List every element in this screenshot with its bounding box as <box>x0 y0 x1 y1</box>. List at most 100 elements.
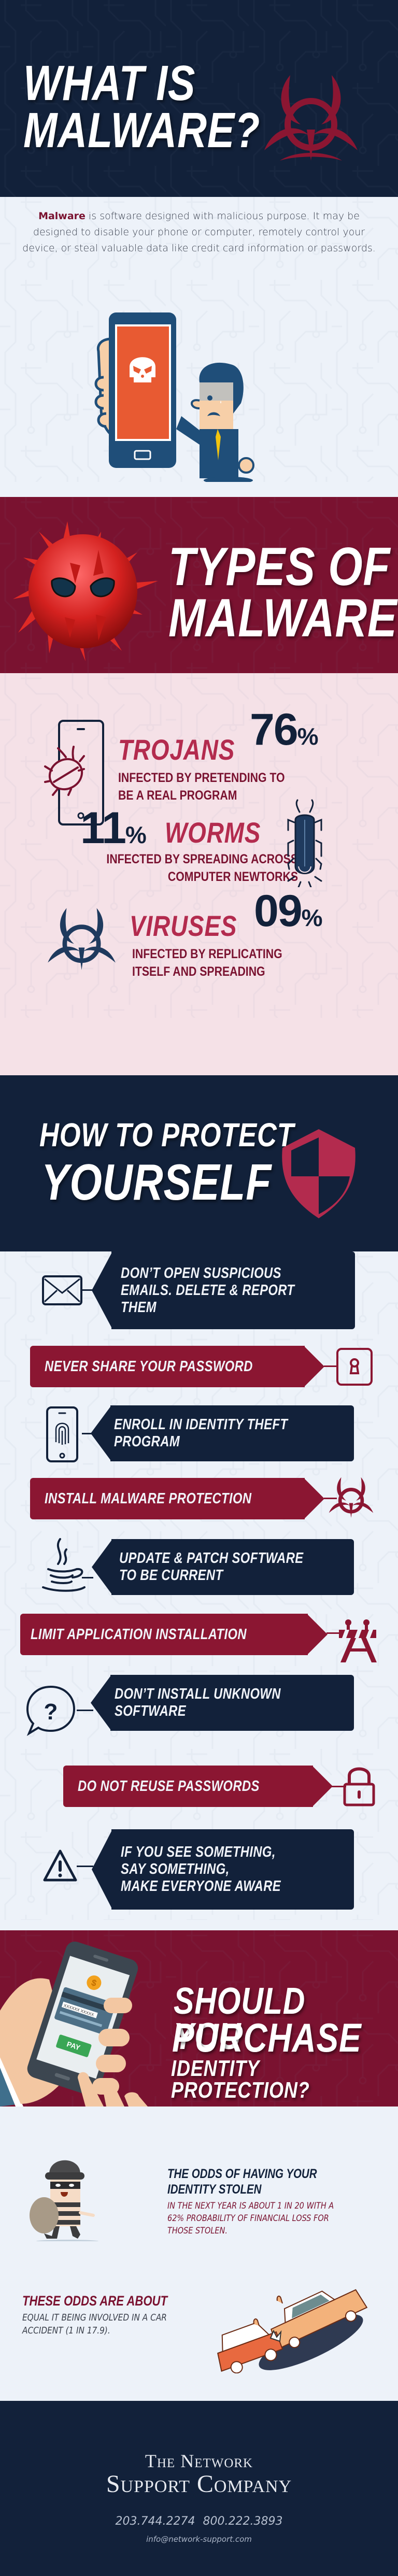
footer-section: The Network Support Company 203.744.2274… <box>0 2401 398 2576</box>
burglar-illustration <box>30 2160 98 2241</box>
type-description-line: ITSELF AND SPREADING <box>132 964 265 979</box>
tip-connector <box>77 1710 93 1711</box>
tip-banner: DO NOT REUSE PASSWORDS <box>63 1766 313 1807</box>
type-percent: 11% <box>80 803 147 854</box>
tip-text: INSTALL MALWARE PROTECTION <box>45 1490 252 1507</box>
type-description-line: INFECTED BY SPREADING ACROSS <box>106 852 298 866</box>
tip-banner: INSTALL MALWARE PROTECTION <box>30 1478 305 1519</box>
odds-body-line: IN THE NEXT YEAR IS ABOUT 1 IN 20 WITH A <box>167 2201 334 2211</box>
odds-body-line: 62% PROBABILITY OF FINANCIAL LOSS FOR <box>167 2213 329 2224</box>
purchase-title-line2: PURCHASE <box>172 2015 362 2060</box>
tip-banner: DON’T INSTALL UNKNOWN SOFTWARE <box>110 1675 354 1731</box>
type-name: TROJANS <box>118 733 235 766</box>
envelope-icon <box>42 1275 82 1305</box>
protect-header-section: HOW TO PROTECT YOURSELF <box>0 1075 398 1251</box>
tip-text: DON’T INSTALL UNKNOWN SOFTWARE <box>115 1686 281 1719</box>
tip-text: LIMIT APPLICATION INSTALLATION <box>31 1626 247 1643</box>
type-description: INFECTED BY REPLICATING ITSELF AND SPREA… <box>132 945 282 980</box>
hand-phone-pay-illustration: $ XXXXXX XXXXX PAY <box>0 1941 148 2107</box>
purchase-section: $ XXXXXX XXXXX PAY SHOULD YOU PURCHASE I… <box>0 1930 398 2107</box>
tip-banner: IF YOU SEE SOMETHING, SAY SOMETHING, MAK… <box>111 1829 354 1910</box>
tip-banner: UPDATE & PATCH SOFTWARE TO BE CURRENT <box>111 1539 354 1595</box>
type-percent-value: 76 <box>250 705 298 755</box>
odds-title-line1: THE ODDS OF HAVING YOUR <box>167 2167 317 2181</box>
tip-connector <box>82 1289 93 1291</box>
keyhole-icon <box>336 1348 373 1386</box>
tip-text: IF YOU SEE SOMETHING, SAY SOMETHING, MAK… <box>121 1844 281 1895</box>
compare-body: EQUAL IT BEING INVOLVED IN A CAR ACCIDEN… <box>22 2311 167 2337</box>
types-title-line1: TYPES OF <box>168 537 391 597</box>
intro-section: Malware is software designed with malici… <box>0 197 398 482</box>
odds-body: IN THE NEXT YEAR IS ABOUT 1 IN 20 WITH A… <box>167 2200 334 2237</box>
spiky-virus-icon <box>13 521 158 661</box>
compare-body-line: EQUAL IT BEING INVOLVED IN A CAR <box>22 2312 167 2323</box>
type-name: VIRUSES <box>130 909 237 942</box>
protect-title-line1: HOW TO PROTECT <box>39 1116 294 1154</box>
hero-title: WHAT IS MALWARE? <box>23 55 260 159</box>
warning-triangle-icon <box>43 1849 77 1882</box>
type-percent: 76% <box>250 704 319 756</box>
beetle-icon <box>287 799 322 887</box>
tip-connector <box>77 1866 93 1867</box>
svg-text:?: ? <box>44 1699 58 1725</box>
tip-connector <box>324 1365 337 1367</box>
types-title-line2: MALWARE <box>168 588 397 648</box>
company-name-line1: The Network <box>145 2451 253 2471</box>
tip-connector <box>82 1577 93 1578</box>
tip-text: UPDATE & PATCH SOFTWARE TO BE CURRENT <box>119 1550 304 1584</box>
phone-number-1[interactable]: 203.744.2274 <box>116 2515 195 2528</box>
types-header-section: TYPES OF MALWARE <box>0 497 398 673</box>
padlock-icon <box>343 1767 375 1806</box>
odds-title: THE ODDS OF HAVING YOUR IDENTITY STOLEN <box>167 2166 317 2197</box>
section-divider <box>0 1920 398 1930</box>
biohazard-icon <box>264 75 358 161</box>
tip-banner: NEVER SHARE YOUR PASSWORD <box>30 1346 305 1387</box>
compare-body-line: ACCIDENT (1 IN 17.9). <box>22 2325 110 2336</box>
tip-text: NEVER SHARE YOUR PASSWORD <box>45 1358 253 1375</box>
types-title: TYPES OF MALWARE <box>168 537 397 648</box>
type-percent: 09% <box>254 886 323 937</box>
email-link[interactable]: info@network-support.com <box>0 2535 398 2544</box>
company-name-line2: Support Company <box>106 2470 292 2498</box>
odds-section: THE ODDS OF HAVING YOUR IDENTITY STOLEN … <box>0 2107 398 2401</box>
shield-icon <box>282 1129 356 1218</box>
man-shadow <box>204 477 253 482</box>
java-cup-icon <box>42 1538 86 1592</box>
compare-title: THESE ODDS ARE ABOUT <box>22 2293 168 2309</box>
percent-sign: % <box>125 821 147 848</box>
odds-title-line2: IDENTITY STOLEN <box>167 2182 262 2197</box>
tip-text: DON’T OPEN SUSPICIOUS EMAILS. DELETE & R… <box>121 1264 295 1316</box>
tip-banner: LIMIT APPLICATION INSTALLATION <box>20 1614 308 1655</box>
tip-text: ENROLL IN IDENTITY THEFT PROGRAM <box>114 1416 288 1450</box>
type-name: WORMS <box>165 816 261 849</box>
worried-man-illustration <box>94 312 254 478</box>
percent-sign: % <box>297 723 319 750</box>
section-divider <box>0 1018 398 1075</box>
hero-title-line1: WHAT IS <box>23 55 196 111</box>
type-percent-value: 11 <box>80 803 126 853</box>
question-bubble-icon: ? <box>26 1685 76 1736</box>
intro-emphasis: Malware <box>38 210 86 222</box>
odds-body-line: THOSE STOLEN. <box>167 2226 228 2236</box>
intro-paragraph: Malware is software designed with malici… <box>21 208 377 257</box>
fingerprint-phone-icon <box>46 1406 78 1462</box>
type-percent-value: 09 <box>254 886 303 936</box>
phone-numbers: 203.744.2274 800.222.3893 <box>0 2515 398 2528</box>
phone-number-2[interactable]: 800.222.3893 <box>203 2515 283 2528</box>
hero-section: WHAT IS MALWARE? <box>0 0 398 197</box>
protect-title-line2: YOURSELF <box>41 1154 272 1211</box>
biohazard-icon <box>329 1477 374 1518</box>
type-description-line: INFECTED BY PRETENDING TO <box>118 771 285 785</box>
types-section: TROJANS 76% INFECTED BY PRETENDING TO BE… <box>0 673 398 1018</box>
type-description: INFECTED BY SPREADING ACROSS COMPUTER NE… <box>91 850 298 886</box>
type-description-line: BE A REAL PROGRAM <box>118 788 237 803</box>
type-description-line: COMPUTER NEWTORKS <box>167 870 298 884</box>
purchase-title-line3: IDENTITY PROTECTION? <box>171 2056 310 2103</box>
hero-title-line2: MALWARE? <box>23 103 260 159</box>
car-crash-illustration <box>217 2289 368 2373</box>
barrier-icon <box>339 1619 377 1662</box>
biohazard-icon <box>48 908 116 970</box>
percent-sign: % <box>301 904 323 931</box>
tip-banner: DON’T OPEN SUSPICIOUS EMAILS. DELETE & R… <box>111 1251 355 1329</box>
infographic: WHAT IS MALWARE? Malware is software des… <box>0 0 398 2576</box>
